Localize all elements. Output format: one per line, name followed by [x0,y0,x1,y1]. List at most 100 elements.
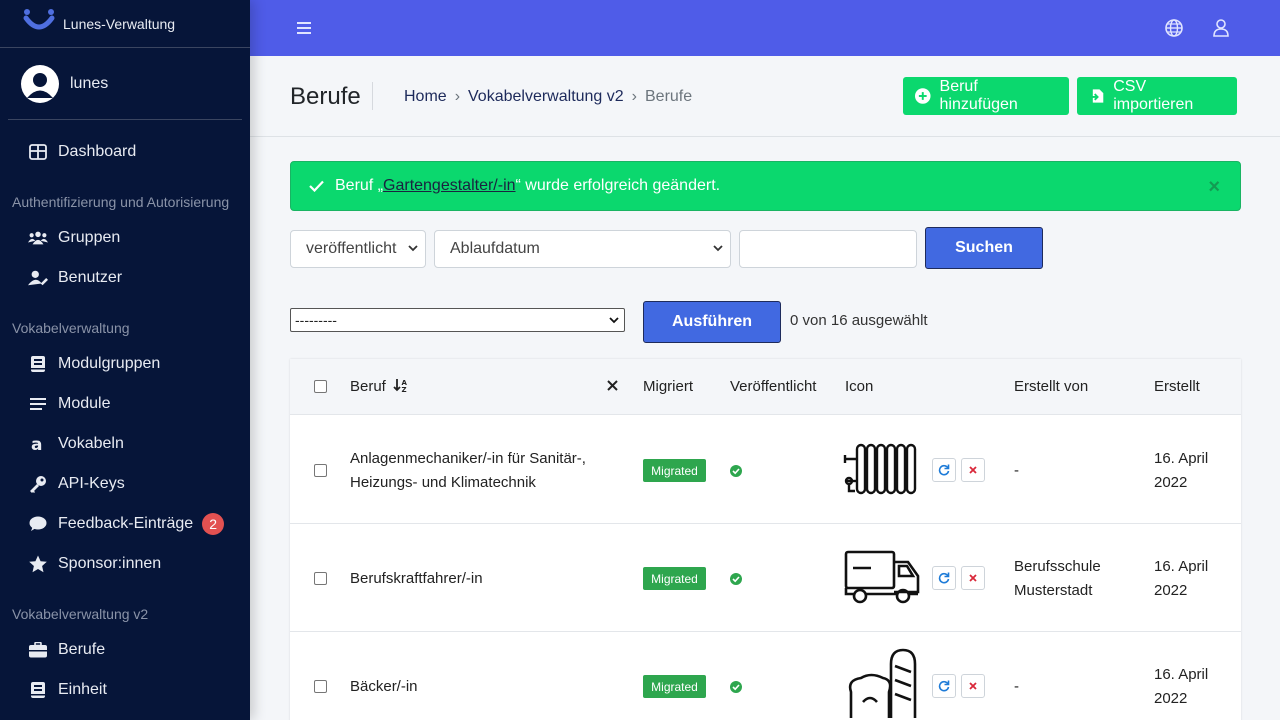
column-header-icon: Icon [845,378,874,395]
sidebar-item-modulgruppen[interactable]: Modulgruppen [0,344,250,384]
erstellt-date: 16. April 2022 [1154,663,1208,711]
user-panel[interactable]: lunes [8,48,242,120]
published-check-icon [730,465,742,477]
svg-text:a: a [31,436,42,452]
date-filter-value: Ablaufdatum [450,240,540,257]
feedback-count-badge: 2 [202,513,225,535]
row-checkbox[interactable] [314,464,327,477]
chevron-down-icon [713,245,723,252]
sidebar-item-dashboard[interactable]: Dashboard [0,132,250,172]
csv-import-button[interactable]: CSV importieren [1077,77,1237,115]
sidebar-item-vokabeln[interactable]: a Vokabeln [0,424,250,464]
beruf-name[interactable]: Bäcker/-in [350,675,418,699]
bulk-action-select[interactable]: --------- [290,308,625,332]
delete-icon-button[interactable] [961,566,985,590]
close-icon [969,574,977,582]
erstellt-line2: 2022 [1154,474,1188,491]
breadcrumb-separator: › [454,88,461,105]
title-divider [372,82,373,110]
sidebar-item-einheit[interactable]: Einheit [0,670,250,710]
sidebar-item-benutzer[interactable]: Benutzer [0,258,250,298]
delete-icon-button[interactable] [961,458,985,482]
sidebar-item-label: Feedback-Einträge [58,515,194,532]
briefcase-icon [28,640,48,660]
nav-header-auth: Authentifizierung und Autorisierung [12,194,230,210]
sort-icon[interactable]: A Z [393,378,409,394]
alert-beruf-link[interactable]: Gartengestalter/-in [383,177,516,195]
close-icon[interactable]: × [1208,176,1220,199]
brand[interactable]: Lunes-Verwaltung [0,0,250,48]
row-checkbox[interactable] [314,680,327,693]
globe-icon[interactable] [1165,19,1183,37]
sidebar-item-module[interactable]: Module [0,384,250,424]
erstellt-line1: 16. April [1154,450,1209,467]
erstellt-von: - [1014,675,1019,699]
beruf-name-line1: Bäcker/-in [350,678,418,695]
select-all-checkbox[interactable] [314,380,327,393]
add-beruf-button[interactable]: Beruf hinzufügen [903,77,1069,115]
svg-text:Z: Z [402,386,407,392]
erstellt-line1: 16. April [1154,666,1209,683]
refresh-icon [938,572,950,584]
column-header-erstellt-von[interactable]: Erstellt von [1014,378,1088,395]
status-filter-value: veröffentlicht [306,240,397,257]
column-header-migriert[interactable]: Migriert [643,378,693,395]
sidebar-item-berufe[interactable]: Berufe [0,630,250,670]
erstellt-von-line2: Musterstadt [1014,582,1093,599]
beruf-name-line2: Heizungs- und Klimatechnik [350,474,536,491]
truck-icon [844,550,920,604]
key-icon [28,474,48,494]
menu-icon[interactable] [295,18,315,38]
table-header: Beruf A Z Migriert Veröffentlicht Icon E… [290,359,1241,415]
sidebar: Lunes-Verwaltung lunes Dashboard Authent… [0,0,250,720]
replace-icon-button[interactable] [932,566,956,590]
sidebar-item-label: Sponsor:innen [58,555,162,572]
nav-header-vokabel-v2: Vokabelverwaltung v2 [12,606,149,622]
beruf-name[interactable]: Berufskraftfahrer/-in [350,567,483,591]
search-input[interactable] [739,230,917,268]
status-filter-select[interactable]: veröffentlicht [290,230,426,268]
sidebar-item-label: API-Keys [58,475,125,492]
beruf-name[interactable]: Anlagenmechaniker/-in für Sanitär-, Heiz… [350,447,586,495]
remove-sort-icon[interactable] [607,380,618,391]
column-header-beruf[interactable]: Beruf A Z [350,378,409,395]
sidebar-item-api-keys[interactable]: API-Keys [0,464,250,504]
delete-icon-button[interactable] [961,674,985,698]
letter-a-icon: a [28,434,48,454]
replace-icon-button[interactable] [932,458,956,482]
replace-icon-button[interactable] [932,674,956,698]
sidebar-item-label: Berufe [58,641,106,658]
run-action-button[interactable]: Ausführen [643,301,781,343]
breadcrumb-home[interactable]: Home [404,88,447,106]
sidebar-item-label: Einheit [58,681,107,698]
search-button[interactable]: Suchen [925,227,1043,269]
file-import-icon [1089,89,1104,103]
beruf-name-line1: Berufskraftfahrer/-in [350,570,483,587]
breadcrumb: Home › Vokabelverwaltung v2 › Berufe [404,88,692,106]
close-icon [969,466,977,474]
user-avatar-icon [27,72,53,98]
erstellt-von-line1: - [1014,462,1019,479]
user-icon[interactable] [1213,19,1229,37]
csv-import-label: CSV importieren [1113,78,1194,113]
migrated-badge: Migrated [643,675,706,698]
alert-prefix: Beruf „ [335,177,384,194]
row-checkbox[interactable] [314,572,327,585]
sidebar-item-sponsoren[interactable]: Sponsor:innen [0,544,250,584]
chevron-down-icon [408,245,418,252]
dashboard-icon [28,142,48,162]
refresh-icon [938,464,950,476]
sidebar-item-feedback[interactable]: Feedback-Einträge 2 [0,504,250,544]
list-icon [28,394,48,414]
date-filter-select[interactable]: Ablaufdatum [434,230,731,268]
breadcrumb-vokabelverwaltung-v2[interactable]: Vokabelverwaltung v2 [468,88,624,106]
column-header-erstellt[interactable]: Erstellt [1154,378,1200,395]
berufe-table: Beruf A Z Migriert Veröffentlicht Icon E… [290,359,1241,720]
column-header-veroeffentlicht[interactable]: Veröffentlicht [730,378,816,395]
users-icon [28,228,48,248]
published-check-icon [730,573,742,585]
sidebar-item-gruppen[interactable]: Gruppen [0,218,250,258]
sidebar-item-label: Gruppen [58,229,121,246]
check-icon [309,180,324,192]
erstellt-von-line1: - [1014,678,1019,695]
